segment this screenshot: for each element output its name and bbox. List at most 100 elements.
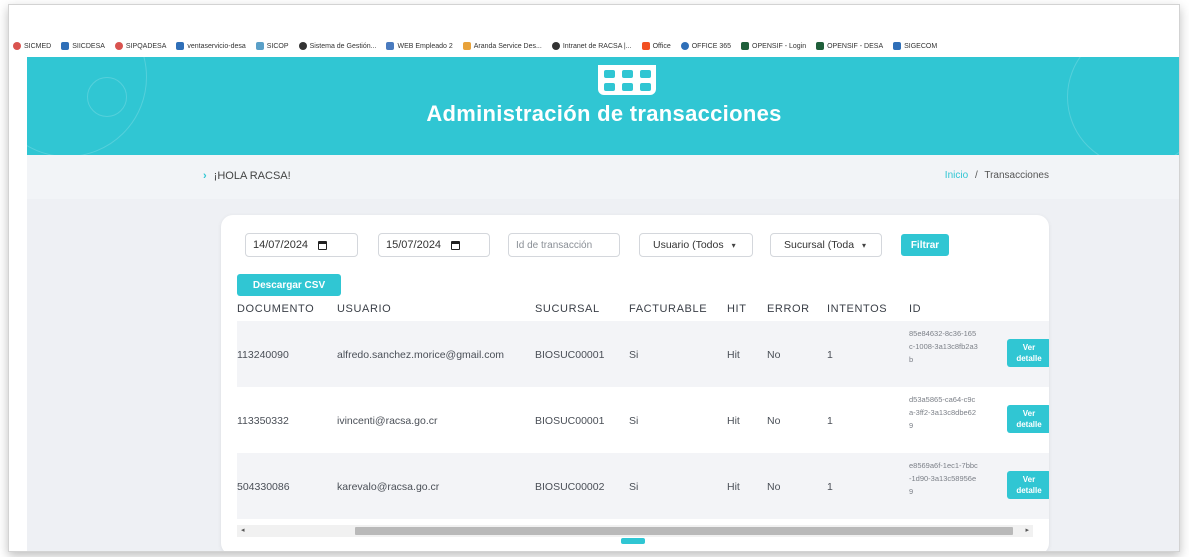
column-header[interactable]: DOCUMENTO: [237, 303, 314, 315]
view-detail-button[interactable]: Ver detalle: [1007, 405, 1049, 433]
cell-sucursal: BIOSUC00001: [535, 415, 605, 427]
bookmark-item[interactable]: Sistema de Gestión...: [298, 42, 377, 50]
transaction-id-input[interactable]: Id de transacción: [508, 233, 620, 257]
greeting-bar: › ¡HOLA RACSA! Inicio / Transacciones: [27, 155, 1179, 199]
table-header: DOCUMENTO USUARIO SUCURSAL FACTURABLE HIT ERR…: [237, 295, 1049, 321]
user-select-value: Usuario (Todos: [653, 239, 724, 251]
cell-documento: 504330086: [237, 481, 290, 493]
cell-error: No: [767, 415, 781, 427]
cell-documento: 113240090: [237, 349, 289, 361]
column-header[interactable]: INTENTOS: [827, 303, 887, 315]
filter-button[interactable]: Filtrar: [901, 234, 949, 256]
column-header[interactable]: ERROR: [767, 303, 810, 315]
breadcrumb-separator: /: [974, 170, 978, 181]
view-detail-button[interactable]: Ver detalle: [1007, 471, 1049, 499]
card-icon: [741, 42, 750, 50]
cell-hit: Hit: [727, 481, 740, 493]
table-row: 113350332 ivincenti@racsa.go.cr BIOSUC0000…: [237, 387, 1049, 453]
cell-usuario: alfredo.sanchez.morice@gmail.com: [337, 349, 505, 361]
bookmark-label: SIGECOM: [904, 42, 938, 50]
column-header[interactable]: USUARIO: [337, 303, 391, 315]
table-row: 113240090 alfredo.sanchez.morice@gmail.co…: [237, 321, 1049, 387]
filter-bar: 14/07/2024 15/07/2024 Id de transacción …: [245, 233, 1045, 257]
bookmark-item[interactable]: Office: [641, 42, 671, 50]
cell-hit: Hit: [727, 415, 740, 427]
calendar-icon[interactable]: [318, 240, 328, 250]
column-header[interactable]: SUCURSAL: [535, 303, 600, 315]
bookmark-item[interactable]: SIPQADESA: [114, 42, 167, 50]
transaction-id-placeholder: Id de transacción: [516, 239, 593, 251]
puzzle-icon: [386, 42, 395, 50]
view-detail-button[interactable]: Ver detalle: [1007, 339, 1049, 367]
bookmark-item[interactable]: OPENSIF - Login: [741, 42, 806, 50]
browser-window: SICMED SIICDESA SIPQADESA ventaservicio-des…: [8, 4, 1180, 552]
bookmark-item[interactable]: OPENSIF - DESA: [816, 42, 883, 50]
greeting: › ¡HOLA RACSA!: [203, 170, 291, 182]
triangle-icon: [893, 42, 902, 50]
cell-id: e8569a6f-1ec1-7bbc-1d90-3a13c58956e9: [909, 461, 978, 496]
calendar-icon[interactable]: [451, 240, 461, 250]
horizontal-scrollbar[interactable]: ◂ ▸: [237, 525, 1033, 537]
bookmark-item[interactable]: Aranda Service Des...: [462, 42, 542, 50]
column-header[interactable]: ID: [909, 303, 921, 315]
cell-documento: 113350332: [237, 415, 289, 427]
bookmark-item[interactable]: SIGECOM: [893, 42, 937, 50]
cell-facturable: Si: [629, 349, 639, 361]
chevron-down-icon: ▾: [862, 240, 867, 250]
card-icon: [816, 42, 825, 50]
bookmark-label: OPENSIF - DESA: [827, 42, 884, 50]
scrollbar-thumb[interactable]: [355, 527, 1013, 535]
branch-select[interactable]: Sucursal (Toda ▾: [770, 233, 882, 257]
bookmark-label: Sistema de Gestión...: [309, 42, 377, 50]
bookmark-label: SIICDESA: [72, 42, 105, 50]
bookmarks-bar: SICMED SIICDESA SIPQADESA ventaservicio-des…: [9, 35, 1179, 57]
scroll-right-icon[interactable]: ▸: [1025, 526, 1029, 534]
bookmark-item[interactable]: WEB Empleado 2: [386, 42, 453, 50]
cell-error: No: [767, 349, 781, 361]
view-detail-label: Ver: [1022, 475, 1036, 484]
date-from-value: 14/07/2024: [253, 239, 309, 251]
bookmark-label: SICOP: [266, 42, 289, 50]
bookmark-label: ventaservicio-desa: [187, 42, 246, 50]
cell-error: No: [767, 481, 781, 493]
cell-sucursal: BIOSUC00002: [535, 481, 605, 493]
scroll-left-icon[interactable]: ◂: [241, 526, 245, 534]
cell-id: 85e84632-8c36-165c-1008-3a13c8fb2a3b: [909, 329, 978, 364]
globe-icon: [551, 42, 560, 50]
column-header[interactable]: HIT: [727, 303, 747, 315]
bookmark-item[interactable]: SICOP: [255, 42, 289, 50]
cell-facturable: Si: [629, 415, 639, 427]
cell-sucursal: BIOSUC00001: [535, 349, 605, 361]
date-to-input[interactable]: 15/07/2024: [378, 233, 490, 257]
bookmark-label: OPENSIF - Login: [752, 42, 807, 50]
cell-intentos: 1: [827, 415, 833, 427]
view-detail-label: detalle: [1016, 354, 1042, 363]
download-csv-button[interactable]: Descargar CSV: [237, 274, 341, 296]
calendar-icon: [598, 61, 656, 95]
circle-icon: [13, 42, 21, 50]
bookmark-item[interactable]: Intranet de RACSA |...: [551, 42, 632, 50]
bookmark-item[interactable]: SIICDESA: [61, 42, 105, 50]
bookmark-item[interactable]: OFFICE 365: [680, 42, 731, 50]
user-select[interactable]: Usuario (Todos ▾: [639, 233, 753, 257]
cell-facturable: Si: [629, 481, 639, 493]
triangle-icon: [61, 42, 70, 50]
bookmark-item[interactable]: ventaservicio-desa: [176, 42, 246, 50]
bookmark-label: Intranet de RACSA |...: [562, 42, 632, 50]
breadcrumb: Inicio / Transacciones: [945, 170, 1049, 181]
date-to-value: 15/07/2024: [386, 239, 442, 251]
page-title: Administración de transacciones: [426, 101, 782, 126]
view-detail-label: Ver: [1022, 409, 1036, 418]
pagination-indicator[interactable]: [621, 538, 645, 544]
view-detail-label: detalle: [1016, 420, 1042, 429]
breadcrumb-home-link[interactable]: Inicio: [945, 170, 968, 181]
bookmark-label: SIPQADESA: [125, 42, 167, 50]
chevron-right-icon: ›: [203, 170, 207, 182]
bookmark-label: Aranda Service Des...: [473, 42, 542, 50]
column-header[interactable]: FACTURABLE: [629, 303, 707, 315]
heart-icon: [255, 42, 264, 50]
view-detail-label: Ver: [1022, 343, 1036, 352]
date-from-input[interactable]: 14/07/2024: [245, 233, 358, 257]
bookmark-item[interactable]: SICMED: [13, 42, 51, 50]
branch-select-value: Sucursal (Toda: [784, 239, 855, 251]
